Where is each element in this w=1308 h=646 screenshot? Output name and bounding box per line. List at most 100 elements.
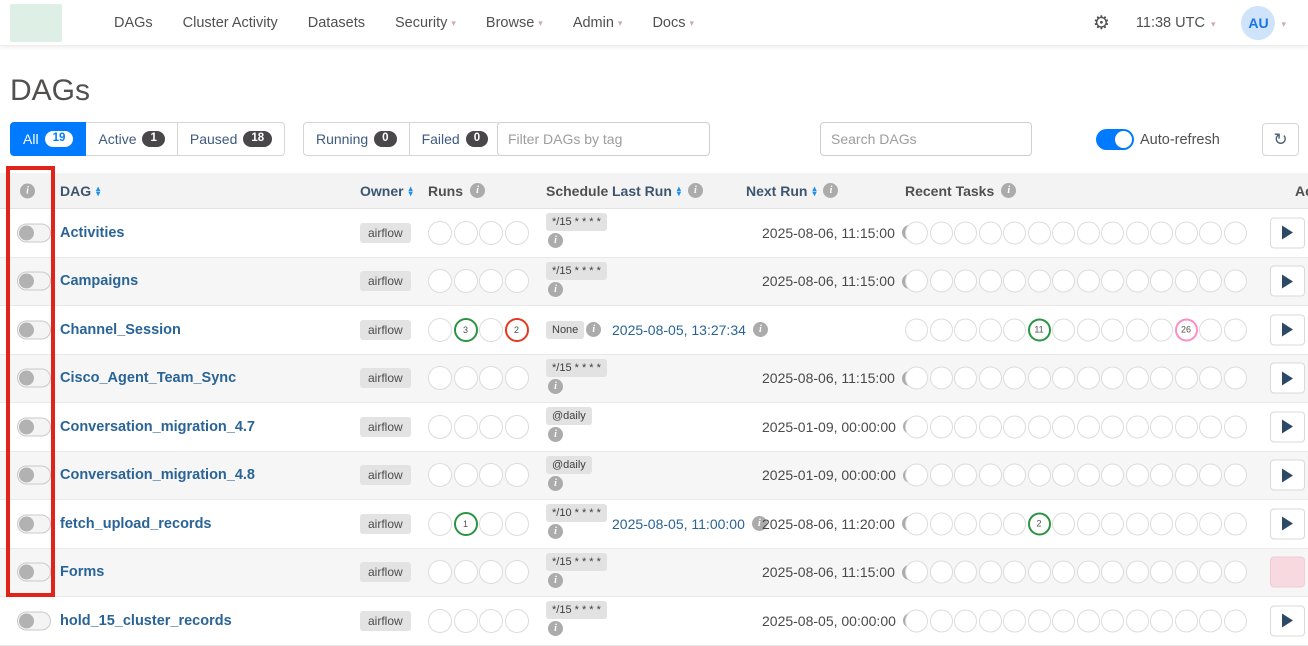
user-menu[interactable]: AU ▾: [1241, 6, 1286, 40]
task-state-circle[interactable]: [1101, 318, 1124, 341]
nav-item-datasets[interactable]: Datasets: [308, 15, 365, 31]
refresh-button[interactable]: ↻: [1262, 123, 1299, 156]
nav-item-browse[interactable]: Browse▾: [486, 15, 543, 31]
last-run-link[interactable]: 2025-08-05, 11:00:00: [612, 516, 745, 532]
owner-badge[interactable]: airflow: [360, 611, 411, 631]
run-state-circle[interactable]: [479, 463, 503, 487]
run-state-circle[interactable]: [505, 512, 529, 536]
task-state-circle[interactable]: [979, 367, 1002, 390]
task-state-circle[interactable]: [1052, 609, 1075, 632]
task-state-circle[interactable]: [1175, 609, 1198, 632]
filter-button-running[interactable]: Running0: [303, 122, 410, 156]
task-state-circle[interactable]: [905, 270, 928, 293]
task-state-circle[interactable]: [930, 221, 953, 244]
task-state-circle[interactable]: [1224, 512, 1247, 535]
task-state-circle[interactable]: [905, 464, 928, 487]
dag-pause-toggle[interactable]: [17, 223, 51, 242]
owner-badge[interactable]: airflow: [360, 320, 411, 340]
trigger-dag-button[interactable]: [1270, 363, 1305, 394]
task-state-circle[interactable]: [1003, 464, 1026, 487]
task-state-circle[interactable]: [1175, 367, 1198, 390]
trigger-dag-button[interactable]: [1270, 460, 1305, 491]
task-state-circle[interactable]: [1175, 464, 1198, 487]
task-state-circle[interactable]: [1175, 221, 1198, 244]
task-state-circle[interactable]: [1126, 415, 1149, 438]
task-state-circle[interactable]: [930, 609, 953, 632]
task-state-circle[interactable]: [1199, 561, 1222, 584]
task-state-circle[interactable]: [1028, 221, 1051, 244]
run-state-circle[interactable]: [454, 463, 478, 487]
run-state-circle[interactable]: [454, 609, 478, 633]
task-state-circle[interactable]: [954, 415, 977, 438]
run-state-circle[interactable]: [479, 609, 503, 633]
task-state-circle[interactable]: [930, 415, 953, 438]
task-state-circle[interactable]: [1150, 609, 1173, 632]
task-state-circle[interactable]: [1199, 609, 1222, 632]
dag-name-link[interactable]: hold_15_cluster_records: [60, 613, 232, 629]
task-state-circle[interactable]: [1077, 270, 1100, 293]
task-state-circle[interactable]: [1003, 415, 1026, 438]
task-state-circle[interactable]: [1077, 464, 1100, 487]
gear-icon[interactable]: ⚙: [1093, 12, 1110, 35]
run-state-circle[interactable]: [479, 512, 503, 536]
filter-button-failed[interactable]: Failed0: [410, 122, 502, 156]
task-state-circle[interactable]: [1224, 318, 1247, 341]
task-state-circle[interactable]: [954, 367, 977, 390]
filter-button-all[interactable]: All19: [10, 122, 86, 156]
task-state-circle[interactable]: [979, 609, 1002, 632]
task-state-circle[interactable]: [1003, 609, 1026, 632]
task-state-circle[interactable]: [1224, 367, 1247, 390]
task-state-circle[interactable]: [1077, 415, 1100, 438]
trigger-dag-button[interactable]: [1270, 557, 1305, 588]
run-state-circle[interactable]: [479, 318, 503, 342]
task-state-circle[interactable]: [1003, 318, 1026, 341]
dag-pause-toggle[interactable]: [17, 466, 51, 485]
task-state-circle[interactable]: [1003, 367, 1026, 390]
task-state-circle[interactable]: [1199, 512, 1222, 535]
header-owner[interactable]: Owner ▴▾: [360, 183, 413, 199]
task-state-circle[interactable]: [1028, 464, 1051, 487]
task-state-circle[interactable]: [1077, 221, 1100, 244]
task-state-circle[interactable]: [1150, 318, 1173, 341]
task-state-circle[interactable]: [1175, 561, 1198, 584]
dag-pause-toggle[interactable]: [17, 417, 51, 436]
run-state-circle[interactable]: [454, 366, 478, 390]
task-state-circle[interactable]: [1199, 415, 1222, 438]
task-state-circle[interactable]: [1101, 270, 1124, 293]
run-state-circle[interactable]: [428, 463, 452, 487]
task-state-circle[interactable]: [1199, 270, 1222, 293]
task-state-circle[interactable]: [979, 561, 1002, 584]
task-state-circle[interactable]: [954, 318, 977, 341]
run-state-circle[interactable]: [428, 512, 452, 536]
nav-item-security[interactable]: Security▾: [395, 15, 456, 31]
run-state-circle[interactable]: [454, 221, 478, 245]
task-state-circle[interactable]: [930, 318, 953, 341]
dag-pause-toggle[interactable]: [17, 611, 51, 630]
task-state-circle[interactable]: [1052, 318, 1075, 341]
dag-pause-toggle[interactable]: [17, 514, 51, 533]
task-state-circle[interactable]: [1052, 221, 1075, 244]
task-state-circle[interactable]: [1101, 367, 1124, 390]
run-state-circle[interactable]: [479, 366, 503, 390]
task-state-circle[interactable]: [1175, 512, 1198, 535]
task-state-circle[interactable]: [905, 318, 928, 341]
run-state-circle[interactable]: [479, 221, 503, 245]
trigger-dag-button[interactable]: [1270, 266, 1305, 297]
owner-badge[interactable]: airflow: [360, 223, 411, 243]
task-state-circle[interactable]: [1126, 318, 1149, 341]
task-state-circle[interactable]: [954, 270, 977, 293]
task-state-circle[interactable]: [1003, 512, 1026, 535]
dag-pause-toggle[interactable]: [17, 320, 51, 339]
dag-name-link[interactable]: Channel_Session: [60, 322, 181, 338]
filter-button-active[interactable]: Active1: [86, 122, 178, 156]
task-state-circle[interactable]: [1077, 512, 1100, 535]
run-state-circle[interactable]: 3: [454, 318, 478, 342]
trigger-dag-button[interactable]: [1270, 314, 1305, 345]
task-state-circle[interactable]: 26: [1175, 318, 1198, 341]
run-state-circle[interactable]: [428, 221, 452, 245]
task-state-circle[interactable]: [930, 512, 953, 535]
task-state-circle[interactable]: [1101, 464, 1124, 487]
dag-name-link[interactable]: Conversation_migration_4.8: [60, 467, 255, 483]
task-state-circle[interactable]: [954, 464, 977, 487]
nav-item-admin[interactable]: Admin▾: [573, 15, 623, 31]
